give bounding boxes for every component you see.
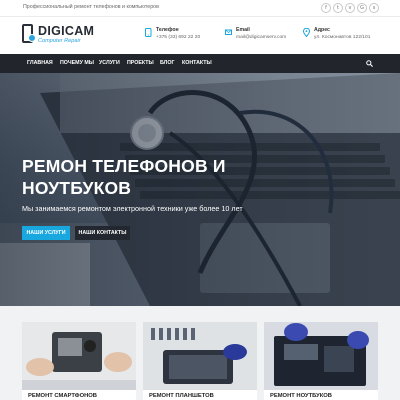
nav-item-services[interactable]: УСЛУГИ <box>99 54 120 73</box>
nav-item-contacts[interactable]: КОНТАКТЫ <box>182 54 212 73</box>
logo-phone-icon <box>22 23 36 45</box>
google-plus-icon[interactable]: G <box>357 3 367 13</box>
vk-icon[interactable]: v <box>345 3 355 13</box>
service-photo-laptop <box>264 322 378 390</box>
envelope-icon <box>225 29 232 35</box>
nav-item-projects[interactable]: ПРОЕКТЫ <box>127 54 154 73</box>
service-title: РЕМОНТ ПЛАНШЕТОВ <box>149 393 214 399</box>
hero-title: РЕМОН ТЕЛЕФОНОВ И НОУТБУКОВ <box>22 156 226 198</box>
top-bar: Профессиональный ремонт телефонов и комп… <box>0 0 400 17</box>
contact-address: Адрес ул. Космонавтов 122/101 <box>303 27 370 41</box>
phone-icon <box>145 28 152 37</box>
email-value[interactable]: mail@digicamserv.com <box>236 34 286 41</box>
address-label: Адрес <box>314 27 330 33</box>
hero-banner: РЕМОН ТЕЛЕФОНОВ И НОУТБУКОВ Мы занимаемс… <box>0 73 400 306</box>
service-photo-tablet <box>143 322 257 390</box>
service-card[interactable]: РЕМОНТ ПЛАНШЕТОВ <box>143 322 257 400</box>
brand-subtitle: Computer Repair <box>38 37 81 44</box>
nav-item-blog[interactable]: БЛОГ <box>160 54 175 73</box>
search-icon[interactable] <box>366 60 373 67</box>
twitter-icon[interactable]: t <box>333 3 343 13</box>
site-tagline: Профессиональный ремонт телефонов и комп… <box>23 4 159 10</box>
address-value: ул. Космонавтов 122/101 <box>314 35 371 40</box>
phone-value[interactable]: +375 (33) 692 22 20 <box>156 34 200 41</box>
service-photo-smartphone <box>22 322 136 390</box>
phone-label: Телефон <box>156 27 179 33</box>
facebook-icon[interactable]: f <box>321 3 331 13</box>
main-navigation: ГЛАВНАЯ ПОЧЕМУ МЫ УСЛУГИ ПРОЕКТЫ БЛОГ КО… <box>0 54 400 73</box>
our-contacts-button[interactable]: НАШИ КОНТАКТЫ <box>75 226 130 240</box>
services-section: РЕМОНТ СМАРТФОНОВ РЕМОНТ ПЛАНШЕТОВ РЕМОН… <box>0 306 400 400</box>
site-header: DIGICAM Computer Repair Телефон +375 (33… <box>0 17 400 54</box>
brand-name: DIGICAM <box>38 23 95 38</box>
service-card[interactable]: РЕМОНТ НОУТБУКОВ <box>264 322 378 400</box>
service-title: РЕМОНТ СМАРТФОНОВ <box>28 393 97 399</box>
nav-item-home[interactable]: ГЛАВНАЯ <box>27 54 53 73</box>
skype-icon[interactable]: s <box>369 3 379 13</box>
nav-item-why-us[interactable]: ПОЧЕМУ МЫ <box>60 54 94 73</box>
contact-phone: Телефон +375 (33) 692 22 20 <box>145 27 200 41</box>
email-label: Email <box>236 27 250 33</box>
contact-email: Email mail@digicamserv.com <box>225 27 286 41</box>
site-logo[interactable]: DIGICAM Computer Repair <box>22 23 94 45</box>
our-services-button[interactable]: НАШИ УСЛУГИ <box>22 226 70 240</box>
hero-description: Мы занимаемся ремонтом электронной техни… <box>22 204 243 213</box>
map-pin-icon <box>303 28 310 37</box>
service-card[interactable]: РЕМОНТ СМАРТФОНОВ <box>22 322 136 400</box>
service-title: РЕМОНТ НОУТБУКОВ <box>270 393 332 399</box>
social-links: f t v G s <box>321 3 379 13</box>
